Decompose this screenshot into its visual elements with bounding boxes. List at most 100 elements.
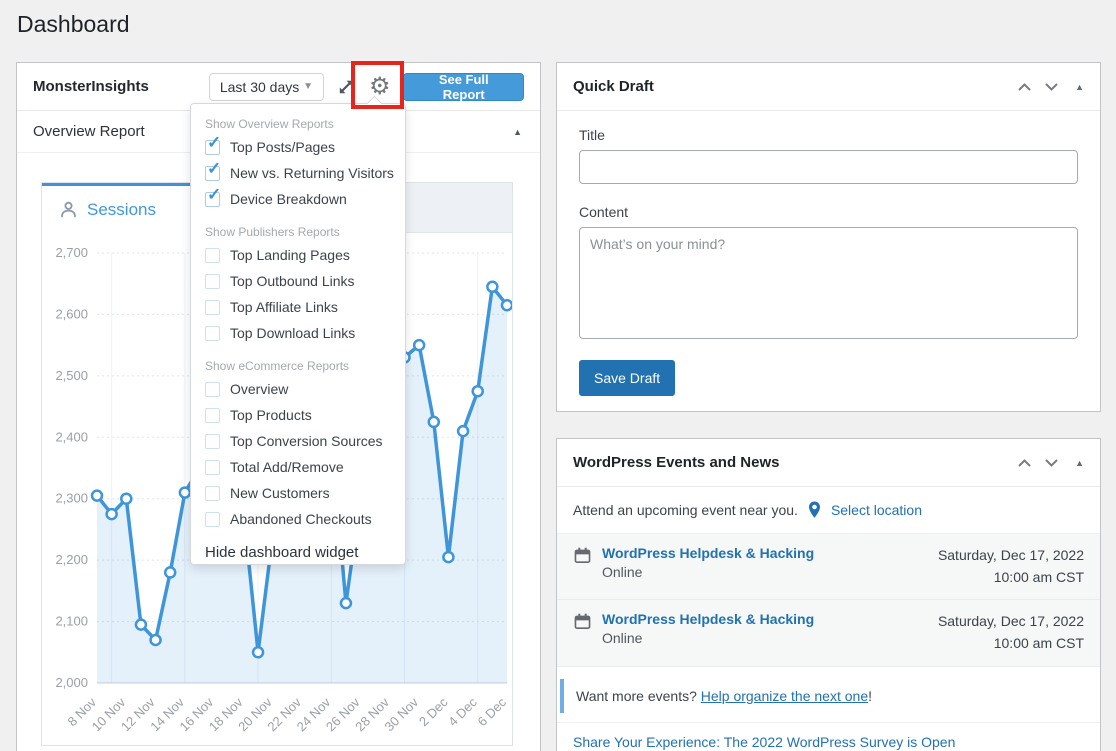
quick-draft-header: Quick Draft ▲ [557,63,1100,111]
expand-icon[interactable] [337,78,355,96]
checkbox-unchecked[interactable] [205,434,220,449]
quick-draft-title: Quick Draft [573,78,654,95]
checkbox-unchecked[interactable] [205,326,220,341]
checkbox-checked[interactable]: ✓ [205,140,220,155]
calendar-icon [573,612,592,654]
menu-item-label: Total Add/Remove [230,459,344,475]
events-list: WordPress Helpdesk & HackingOnlineSaturd… [557,534,1100,667]
checkbox-unchecked[interactable] [205,300,220,315]
menu-item-label: Top Affiliate Links [230,299,338,315]
tab-sessions-label: Sessions [87,200,156,220]
date-range-value: Last 30 days [220,79,299,95]
svg-text:2,000: 2,000 [55,675,88,690]
event-datetime: Saturday, Dec 17, 202210:00 am CST [938,545,1084,588]
save-draft-button[interactable]: Save Draft [579,360,675,396]
location-pin-icon [806,500,823,520]
menu-item-label: Overview [230,381,288,397]
menu-section-label: Show eCommerce Reports [191,356,405,376]
title-input[interactable] [579,150,1078,184]
checkbox-unchecked[interactable] [205,512,220,527]
title-label: Title [579,127,1078,143]
events-news-widget: WordPress Events and News ▲ Attend an up… [556,438,1101,751]
menu-item-label: Top Outbound Links [230,273,355,289]
checkmark-icon: ✓ [207,160,221,177]
menu-item-top-posts-pages[interactable]: ✓Top Posts/Pages [191,134,405,160]
menu-item-new-customers[interactable]: New Customers [191,480,405,506]
checkbox-unchecked[interactable] [205,408,220,423]
svg-text:2,100: 2,100 [55,614,88,629]
menu-item-device-breakdown[interactable]: ✓ Device Breakdown [191,186,405,212]
move-down-button[interactable] [1042,454,1060,472]
svg-text:4 Dec: 4 Dec [445,694,480,729]
event-title-link[interactable]: WordPress Helpdesk & Hacking [602,611,814,627]
tab-sessions[interactable]: Sessions [42,183,192,233]
menu-item-label: Top Products [230,407,312,423]
menu-item-top-affiliate-links[interactable]: Top Affiliate Links [191,294,405,320]
menu-section-label: Show Publishers Reports [191,222,405,242]
quick-draft-widget: Quick Draft ▲ Title Content Save Draft [556,62,1101,412]
content-label: Content [579,204,1078,220]
page-title: Dashboard [17,11,130,38]
svg-text:6 Dec: 6 Dec [474,694,509,729]
help-organize-link[interactable]: Help organize the next one [701,688,868,704]
more-events-text: Want more events? [576,688,697,704]
date-range-select[interactable]: Last 30 days ▼ [209,73,324,101]
gear-icon[interactable]: ⚙︎ [369,75,391,99]
attend-event-row: Attend an upcoming event near you. Selec… [557,487,1100,534]
checkbox-unchecked[interactable] [205,274,220,289]
see-full-report-button[interactable]: See Full Report [403,73,524,101]
checkbox-unchecked[interactable] [205,460,220,475]
menu-item-label: Top Conversion Sources [230,433,383,449]
hide-dashboard-widget-link[interactable]: Hide dashboard widget [191,540,405,566]
checkbox-checked[interactable]: ✓ [205,166,220,181]
settings-menu: Show Overview Reports✓Top Posts/Pages✓Ne… [190,103,406,565]
svg-text:2,700: 2,700 [55,245,88,260]
move-down-button[interactable] [1042,78,1060,96]
more-events-notice: Want more events? Help organize the next… [560,679,1088,713]
menu-item-total-add-remove[interactable]: Total Add/Remove [191,454,405,480]
attend-event-text: Attend an upcoming event near you. [573,502,798,518]
survey-link[interactable]: Share Your Experience: The 2022 WordPres… [573,734,955,750]
menu-item-new-vs-returning-visitors[interactable]: ✓ New vs. Returning Visitors [191,160,405,186]
widget-controls: ▲ [1015,78,1084,96]
menu-item-label: New vs. Returning Visitors [230,165,394,181]
svg-text:2 Dec: 2 Dec [416,694,451,729]
calendar-icon [573,546,592,588]
menu-item-top-landing-pages[interactable]: Top Landing Pages [191,242,405,268]
menu-item-top-outbound-links[interactable]: Top Outbound Links [191,268,405,294]
monsterinsights-title: MonsterInsights [33,78,149,95]
move-up-button[interactable] [1015,454,1033,472]
menu-item-label: New Customers [230,485,330,501]
collapse-toggle-icon[interactable]: ▲ [1075,458,1084,468]
svg-text:2,500: 2,500 [55,368,88,383]
events-footer: Share Your Experience: The 2022 WordPres… [557,722,1100,751]
event-datetime: Saturday, Dec 17, 202210:00 am CST [938,611,1084,654]
menu-item-top-products[interactable]: Top Products [191,402,405,428]
content-textarea[interactable] [579,227,1078,339]
checkbox-unchecked[interactable] [205,248,220,263]
menu-item-label: Abandoned Checkouts [230,511,372,527]
checkbox-unchecked[interactable] [205,486,220,501]
widget-controls: ▲ [1015,454,1084,472]
checkbox-checked[interactable]: ✓ [205,192,220,207]
svg-text:30 Nov: 30 Nov [382,694,422,734]
menu-item-label: Device Breakdown [230,191,347,207]
events-news-title: WordPress Events and News [573,454,779,471]
menu-item-abandoned-checkouts[interactable]: Abandoned Checkouts [191,506,405,532]
menu-section-label: Show Overview Reports [191,114,405,134]
event-title-link[interactable]: WordPress Helpdesk & Hacking [602,545,814,561]
collapse-toggle-icon[interactable]: ▲ [1075,82,1084,92]
more-events-suffix: ! [868,688,872,704]
menu-item-top-conversion-sources[interactable]: Top Conversion Sources [191,428,405,454]
select-location-link[interactable]: Select location [831,502,922,518]
menu-item-top-download-links[interactable]: Top Download Links [191,320,405,346]
event-row: WordPress Helpdesk & HackingOnlineSaturd… [557,534,1100,600]
move-up-button[interactable] [1015,78,1033,96]
quick-draft-body: Title Content Save Draft [557,111,1100,410]
checkbox-unchecked[interactable] [205,382,220,397]
events-news-header: WordPress Events and News ▲ [557,439,1100,487]
menu-item-label: Top Landing Pages [230,247,350,263]
menu-item-overview[interactable]: Overview [191,376,405,402]
collapse-icon[interactable]: ▲ [513,127,522,137]
checkmark-icon: ✓ [207,134,221,151]
